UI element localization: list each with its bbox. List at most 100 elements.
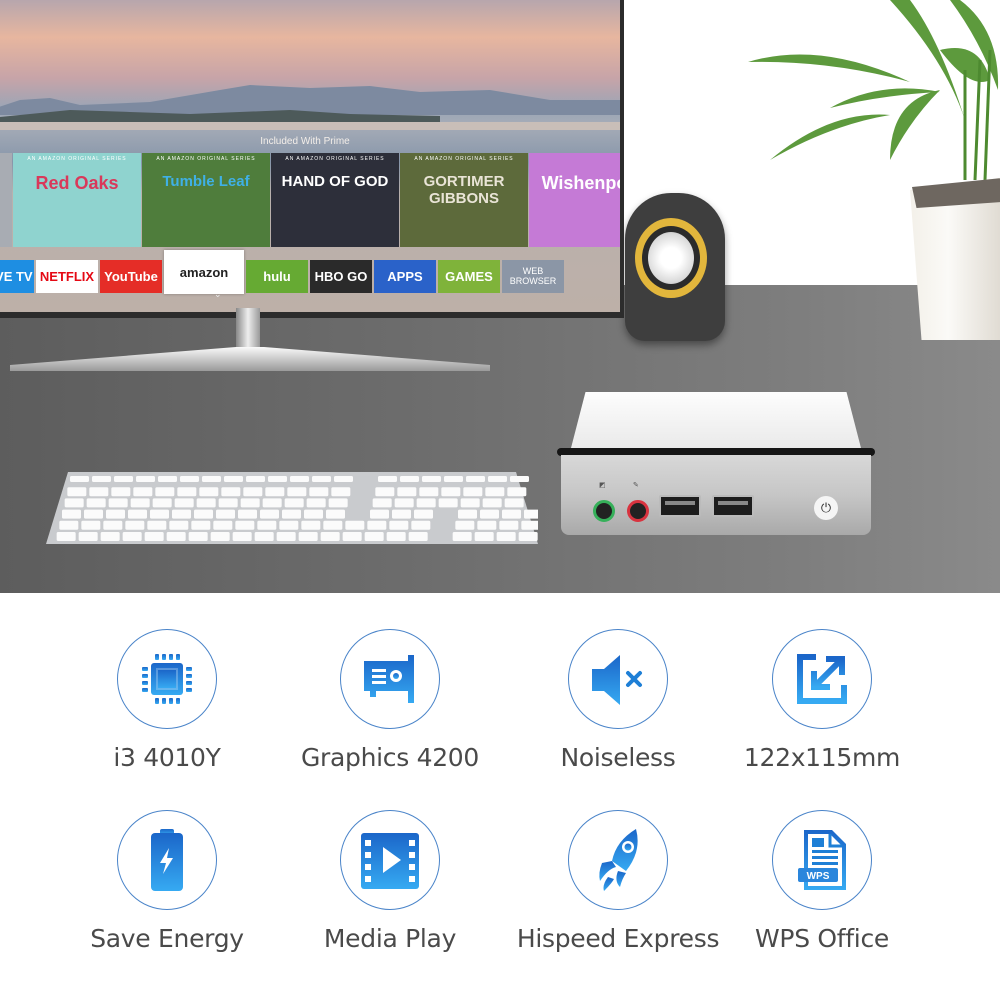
- power-button[interactable]: ⏻: [814, 496, 838, 520]
- keyboard-key: [524, 509, 538, 519]
- app-tile-hulu[interactable]: hulu: [246, 259, 308, 293]
- feature-icon-circle: [340, 629, 440, 729]
- content-tile[interactable]: AN AMAZON ORIGINAL SERIES Red Oaks: [13, 153, 141, 247]
- keyboard-key: [496, 532, 516, 541]
- app-label: WEB BROWSER: [509, 266, 557, 286]
- keyboard-key: [304, 509, 323, 519]
- keyboard-key: [64, 498, 84, 508]
- app-tile-amazon[interactable]: amazon: [164, 250, 244, 294]
- keyboard-key: [276, 532, 296, 541]
- keyboard-key: [108, 498, 128, 508]
- feature-media-play: Media Play: [280, 810, 500, 953]
- keyboard-key: [221, 487, 241, 497]
- keyboard-key: [166, 532, 186, 541]
- app-tile-apps[interactable]: APPS: [374, 259, 436, 293]
- keyboard-key: [56, 532, 76, 541]
- usb-port-2[interactable]: [712, 495, 754, 517]
- keyboard-key: [306, 498, 326, 508]
- content-tile[interactable]: AN AMAZON ORIGINAL SERIES GORTIMER GIBBON…: [400, 153, 528, 247]
- svg-text:WPS: WPS: [807, 871, 830, 882]
- keyboard-key: [224, 476, 243, 482]
- app-tile-hbo-go[interactable]: HBO GO: [310, 259, 372, 293]
- keyboard-key: [466, 476, 485, 482]
- usb-port-1[interactable]: [659, 495, 701, 517]
- keyboard-key: [158, 476, 177, 482]
- keyboard-key: [460, 498, 480, 508]
- keyboard-key: [499, 520, 519, 530]
- keyboard-key: [392, 509, 411, 519]
- tv-monitor: Included With Prime AN AMAZON ORIGINAL S…: [0, 0, 624, 318]
- tile-caption: AN AMAZON ORIGINAL SERIES: [414, 156, 514, 162]
- keyboard-key: [477, 520, 497, 530]
- feature-graphics-4200: Graphics 4200: [280, 629, 500, 772]
- app-tile-web-browser[interactable]: WEB BROWSER: [502, 259, 564, 293]
- keyboard-key: [504, 498, 524, 508]
- keyboard-key: [194, 509, 213, 519]
- feature-label: i3 4010Y: [113, 743, 221, 772]
- content-tile[interactable]: AN AMAZON ORIGINAL SERIES Tumble Leaf: [142, 153, 270, 247]
- keyboard-key: [89, 487, 109, 497]
- app-tile-ive-tv[interactable]: IVE TV: [0, 259, 34, 293]
- keyboard: [46, 472, 538, 544]
- keyboard-key: [290, 476, 309, 482]
- microphone-jack[interactable]: [627, 500, 649, 522]
- tv-screen: Included With Prime AN AMAZON ORIGINAL S…: [0, 0, 620, 312]
- feature-icon-circle: [568, 629, 668, 729]
- keyboard-key: [502, 509, 521, 519]
- keyboard-key: [419, 487, 439, 497]
- feature-wps-office: WPS WPS Office: [712, 810, 932, 953]
- keyboard-key: [238, 509, 257, 519]
- keyboard-key: [364, 532, 384, 541]
- keyboard-key: [416, 498, 436, 508]
- keyboard-key: [521, 520, 538, 530]
- keyboard-key: [246, 476, 265, 482]
- speaker: [625, 193, 725, 341]
- keyboard-key: [67, 487, 87, 497]
- tile-title: Red Oaks: [35, 173, 119, 193]
- feature-icon-circle: [340, 810, 440, 910]
- keyboard-key: [147, 520, 167, 530]
- keyboard-key: [394, 498, 414, 508]
- feature-label: Save Energy: [90, 924, 244, 953]
- keyboard-key: [282, 509, 301, 519]
- keyboard-key: [367, 520, 387, 530]
- keyboard-key: [257, 520, 277, 530]
- app-tile-games[interactable]: GAMES: [438, 259, 500, 293]
- keyboard-key: [218, 498, 238, 508]
- content-tile[interactable]: [0, 153, 12, 247]
- content-tile[interactable]: Wishenpoof: [529, 153, 620, 247]
- keyboard-key: [196, 498, 216, 508]
- keyboard-key: [265, 487, 285, 497]
- keyboard-key: [235, 520, 255, 530]
- keyboard-key: [279, 520, 299, 530]
- keyboard-key: [213, 520, 233, 530]
- app-tile-netflix[interactable]: NETFLIX: [36, 259, 98, 293]
- keyboard-key: [216, 509, 235, 519]
- tile-title: Tumble Leaf: [162, 173, 250, 190]
- headphone-icon: ◩: [599, 481, 606, 489]
- keyboard-key: [62, 509, 81, 519]
- keyboard-key: [287, 487, 307, 497]
- cpu-icon: [139, 651, 195, 707]
- keyboard-key: [210, 532, 230, 541]
- feature-icon-circle: WPS: [772, 810, 872, 910]
- keyboard-key: [408, 532, 428, 541]
- keyboard-key: [510, 476, 529, 482]
- feature-label: 122x115mm: [743, 743, 901, 772]
- wps-document-icon: WPS: [794, 828, 850, 892]
- keyboard-key: [342, 532, 362, 541]
- mini-pc: ◩ ✎ ⏻: [557, 390, 875, 540]
- speaker-mute-icon: [588, 651, 648, 707]
- feature-icon-circle: [117, 629, 217, 729]
- tile-title: Wishenpoof: [541, 173, 620, 193]
- keyboard-key: [301, 520, 321, 530]
- feature-noiseless: Noiseless: [508, 629, 728, 772]
- keyboard-key: [59, 520, 79, 530]
- headphone-jack[interactable]: [593, 500, 615, 522]
- graphics-card-icon: [360, 651, 420, 707]
- app-tile-youtube[interactable]: YouTube: [100, 259, 162, 293]
- keyboard-key: [150, 509, 169, 519]
- tile-caption: AN AMAZON ORIGINAL SERIES: [27, 156, 127, 162]
- keyboard-key: [254, 532, 274, 541]
- content-tile[interactable]: AN AMAZON ORIGINAL SERIES HAND OF GOD: [271, 153, 399, 247]
